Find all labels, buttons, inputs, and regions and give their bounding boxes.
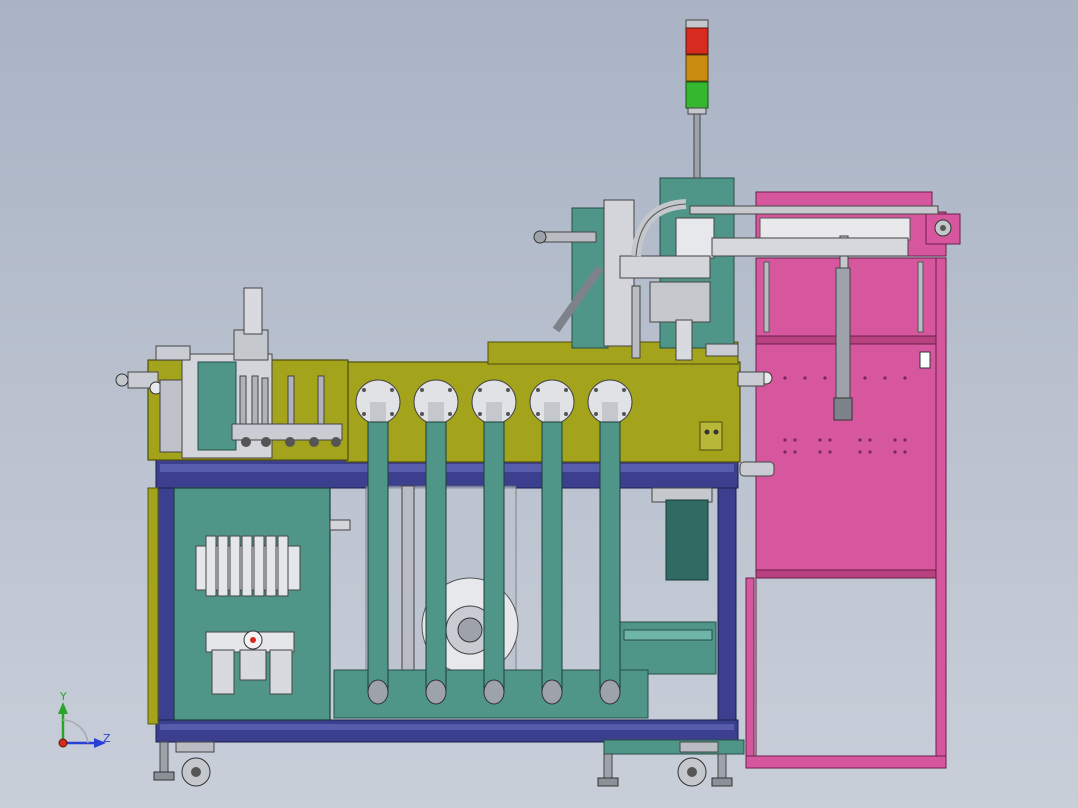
axis-y-label: Y xyxy=(59,690,67,703)
lower-internal-components xyxy=(333,485,717,719)
pneumatic-control-panel xyxy=(173,487,351,721)
coordinate-triad: Y Z xyxy=(58,690,111,748)
stack-light-icon xyxy=(685,19,709,179)
magenta-frame-unit xyxy=(745,191,961,769)
caster-wheel-icon xyxy=(153,741,215,787)
solenoid-valve-bank xyxy=(195,535,301,597)
cad-assembly-view: Y Z xyxy=(58,19,961,787)
axis-z-label: Z xyxy=(103,732,111,745)
